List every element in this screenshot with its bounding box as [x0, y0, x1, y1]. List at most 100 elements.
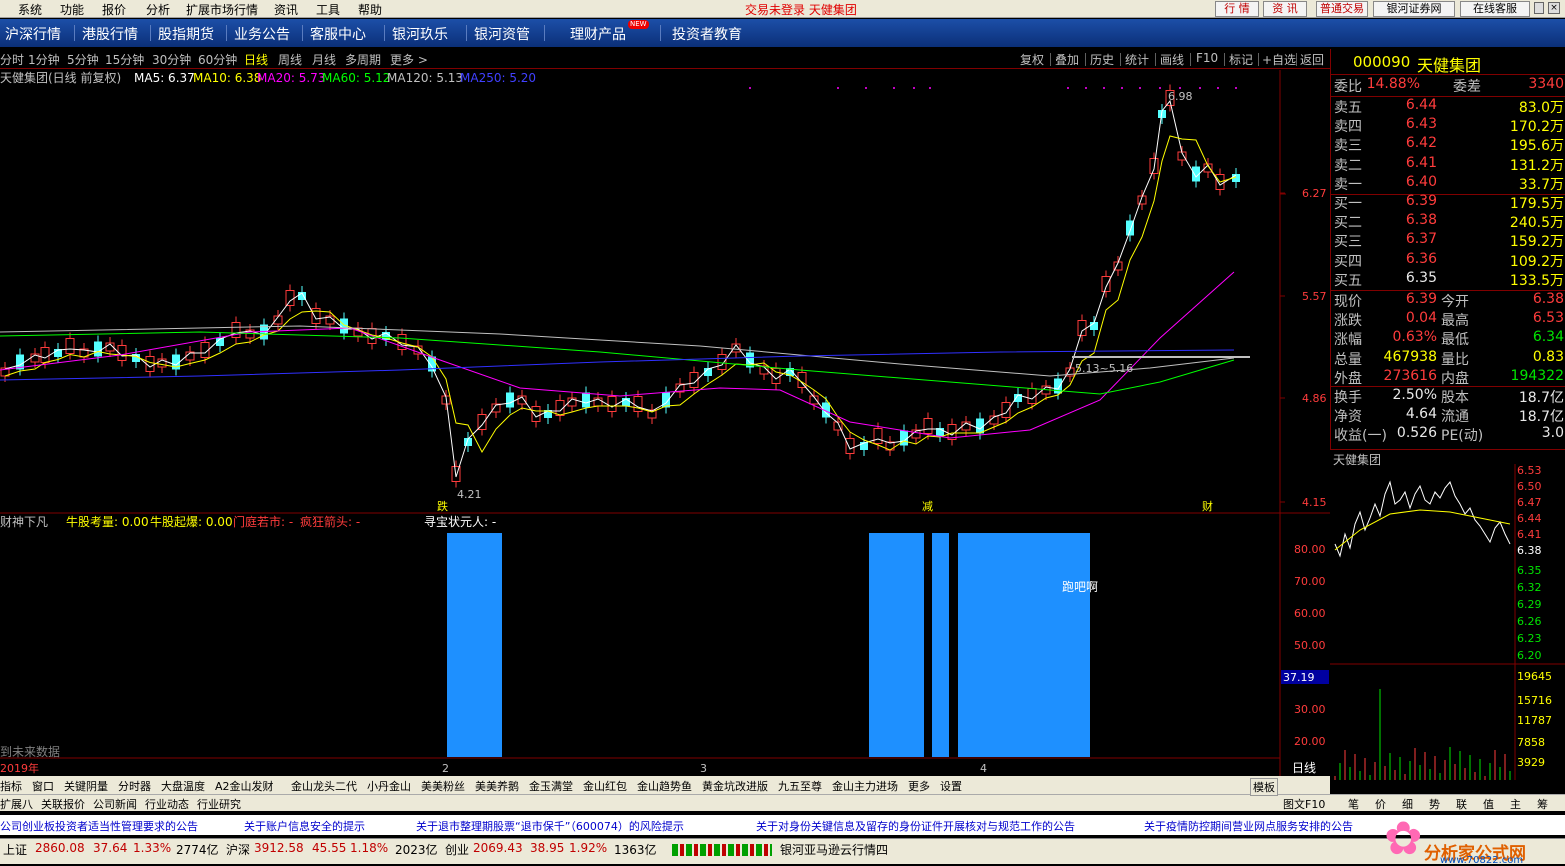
period-item[interactable]: 周线	[278, 51, 302, 68]
tool-button[interactable]: 返回	[1300, 51, 1324, 68]
template-button[interactable]: 模板	[1250, 778, 1278, 796]
tool-button[interactable]: +自选	[1262, 51, 1296, 68]
news-item[interactable]: 关于疫情防控期间营业网点服务安排的公告	[1144, 818, 1364, 834]
right-tab[interactable]: 笔	[1348, 796, 1359, 812]
period-item[interactable]: 多周期	[345, 51, 381, 68]
order-row[interactable]: 卖一 6.40 33.7万	[1331, 174, 1565, 193]
right-tab[interactable]: 值	[1483, 796, 1494, 812]
period-item[interactable]: 更多 >	[390, 51, 428, 68]
menu-item[interactable]: 扩展市场行情	[186, 1, 258, 18]
period-item[interactable]: 15分钟	[105, 51, 144, 68]
indicator-tab[interactable]: 金山红包	[583, 778, 627, 794]
tool-button[interactable]: 历史	[1090, 51, 1114, 68]
nav-tab[interactable]: 银河玖乐	[392, 24, 448, 44]
order-row[interactable]: 买三 6.37 159.2万	[1331, 231, 1565, 250]
indicator-tab[interactable]: 黄金坑改进版	[702, 778, 768, 794]
indicator-tab[interactable]: 美美粉丝	[421, 778, 465, 794]
news-button[interactable]: 资 讯	[1263, 1, 1307, 17]
index-change: 38.95	[530, 841, 565, 855]
order-row[interactable]: 卖三 6.42 195.6万	[1331, 135, 1565, 154]
nav-tab[interactable]: 投资者教育	[672, 24, 742, 44]
nav-tab[interactable]: 业务公告	[234, 24, 290, 44]
right-tab[interactable]: 势	[1429, 796, 1440, 812]
trade-button[interactable]: 普通交易	[1316, 1, 1368, 17]
indicator-tab[interactable]: 设置	[940, 778, 962, 794]
menu-item[interactable]: 功能	[60, 1, 84, 18]
tool-button[interactable]: 画线	[1160, 51, 1184, 68]
indicator-tab[interactable]: 金玉满堂	[529, 778, 573, 794]
news-item[interactable]: 关于账户信息安全的提示	[244, 818, 365, 834]
right-tab[interactable]: 图文F10	[1283, 796, 1325, 812]
menu-item[interactable]: 分析	[146, 1, 170, 18]
indicator-tab[interactable]: 金山龙头二代	[291, 778, 357, 794]
period-item[interactable]: 日线	[244, 51, 268, 68]
indicator-tab[interactable]: 九五至尊	[778, 778, 822, 794]
mini-chart[interactable]: 6.53 6.50 6.47 6.44 6.41 6.38 6.35 6.32 6.29 6.26…	[1330, 464, 1565, 780]
period-item[interactable]: 月线	[312, 51, 336, 68]
stat-value: 6.53	[1532, 310, 1564, 327]
menu-item[interactable]: 系统	[18, 1, 42, 18]
period-item[interactable]: 5分钟	[67, 51, 99, 68]
indicator-tick: 60.00	[1294, 607, 1326, 620]
tool-button[interactable]: F10	[1196, 51, 1218, 65]
indicator-tab[interactable]: 小丹金山	[367, 778, 411, 794]
order-row[interactable]: 买五 6.35 133.5万	[1331, 270, 1565, 289]
indicator-tab[interactable]: 分时器	[118, 778, 151, 794]
indicator-tab[interactable]: 更多	[908, 778, 930, 794]
period-item[interactable]: 1分钟	[28, 51, 60, 68]
right-tab[interactable]: 主	[1510, 796, 1521, 812]
right-tab[interactable]: 筹	[1537, 796, 1548, 812]
kline-chart[interactable]: 天健集团(日线 前复权) MA5: 6.37MA10: 6.38MA20: 5.…	[0, 70, 1330, 776]
website-button[interactable]: 银河证券网	[1373, 1, 1455, 17]
period-item[interactable]: 60分钟	[198, 51, 237, 68]
mini-price-tick: 6.32	[1517, 581, 1542, 594]
nav-tab[interactable]: 银河资管	[474, 24, 530, 44]
period-item[interactable]: 30分钟	[152, 51, 191, 68]
right-tab[interactable]: 细	[1402, 796, 1413, 812]
indicator-tab[interactable]: 金山趋势鱼	[637, 778, 692, 794]
menu-item[interactable]: 报价	[102, 1, 126, 18]
right-tab[interactable]: 联	[1456, 796, 1467, 812]
close-icon[interactable]: ×	[1548, 2, 1560, 14]
indicator-tab[interactable]: 窗口	[32, 778, 54, 794]
indicator-tab[interactable]: 关键阴量	[64, 778, 108, 794]
order-row[interactable]: 买四 6.36 109.2万	[1331, 251, 1565, 270]
nav-tab[interactable]: 沪深行情	[5, 24, 61, 44]
indicator-tab[interactable]: A2金山发财	[215, 778, 274, 794]
order-volume: 195.6万	[1509, 138, 1564, 155]
nav-tab[interactable]: 港股行情	[82, 24, 138, 44]
order-row[interactable]: 买二 6.38 240.5万	[1331, 212, 1565, 231]
news-item[interactable]: 公司创业板投资者适当性管理要求的公告	[0, 818, 198, 834]
info-tab[interactable]: 扩展八	[0, 796, 33, 812]
order-row[interactable]: 卖五 6.44 83.0万	[1331, 97, 1565, 116]
tool-button[interactable]: 统计	[1125, 51, 1149, 68]
info-tab[interactable]: 公司新闻	[93, 796, 137, 812]
order-row[interactable]: 买一 6.39 179.5万	[1331, 193, 1565, 212]
minimize-icon[interactable]	[1534, 2, 1544, 14]
menu-item[interactable]: 资讯	[274, 1, 298, 18]
indicator-tab[interactable]: 指标	[0, 778, 22, 794]
tool-button[interactable]: 叠加	[1055, 51, 1079, 68]
order-row[interactable]: 卖二 6.41 131.2万	[1331, 155, 1565, 174]
news-item[interactable]: 关于退市整理期股票“退市保千”（600074）的风险提示	[416, 818, 684, 834]
menu-item[interactable]: 帮助	[358, 1, 382, 18]
tool-button[interactable]: 复权	[1020, 51, 1044, 68]
tool-button[interactable]: 标记	[1229, 51, 1253, 68]
service-button[interactable]: 在线客服	[1460, 1, 1530, 17]
menu-item[interactable]: 工具	[316, 1, 340, 18]
period-item[interactable]: 分时	[0, 51, 24, 68]
nav-tab[interactable]: 客服中心	[310, 24, 366, 44]
info-tab[interactable]: 行业研究	[197, 796, 241, 812]
indicator-tab[interactable]: 大盘温度	[161, 778, 205, 794]
nav-tab[interactable]: 理财产品	[570, 24, 626, 44]
indicator-tab[interactable]: 美美养鹅	[475, 778, 519, 794]
right-tab[interactable]: 价	[1375, 796, 1386, 812]
info-tab[interactable]: 行业动态	[145, 796, 189, 812]
news-item[interactable]: 关于对身份关键信息及留存的身份证件开展核对与规范工作的公告	[756, 818, 1075, 834]
info-tab[interactable]: 关联报价	[41, 796, 85, 812]
quote-button[interactable]: 行 情	[1215, 1, 1259, 17]
stat-row: 现价 6.39 今开 6.38	[1331, 291, 1565, 310]
indicator-tab[interactable]: 金山主力进场	[832, 778, 898, 794]
nav-tab[interactable]: 股指期货	[158, 24, 214, 44]
order-row[interactable]: 卖四 6.43 170.2万	[1331, 116, 1565, 135]
